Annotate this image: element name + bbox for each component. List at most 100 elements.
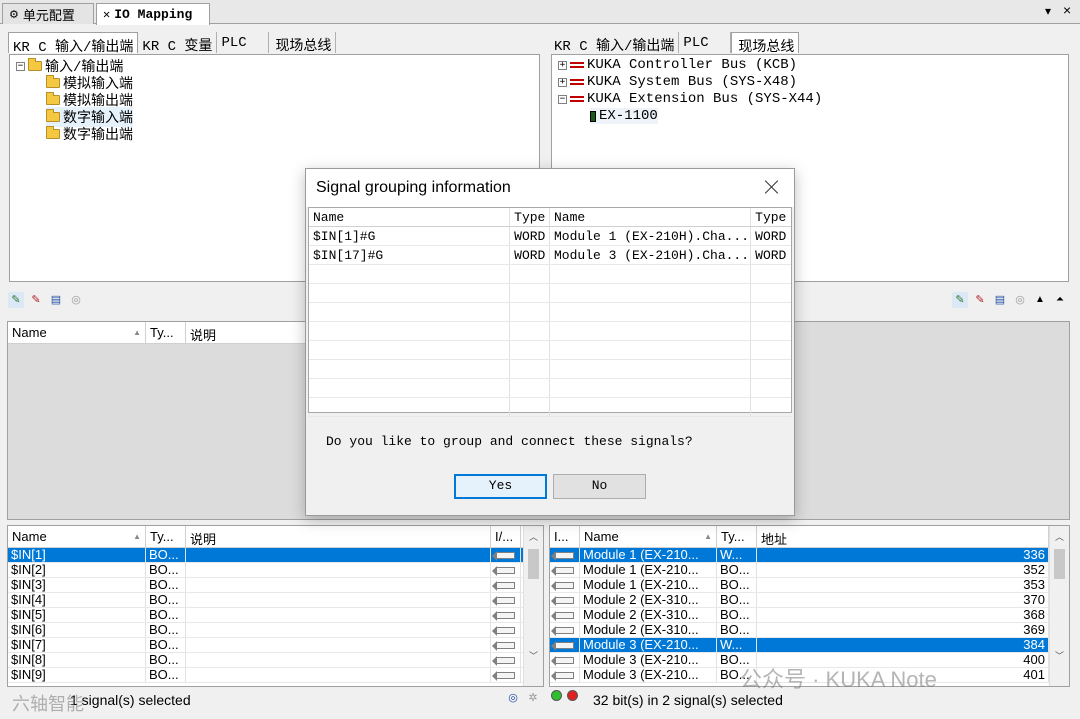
table-row[interactable]: $IN[3] BO... <box>8 578 543 593</box>
connect-icon[interactable]: ✎ <box>8 292 24 308</box>
table-row[interactable]: $IN[8] BO... <box>8 653 543 668</box>
expand-icon[interactable]: + <box>558 77 567 87</box>
column-name[interactable]: Name ▲ <box>580 526 717 547</box>
double-chevron-up-icon[interactable]: ⏶ <box>1052 292 1068 308</box>
led-green-icon[interactable] <box>551 690 562 701</box>
grouping-cell <box>751 284 791 302</box>
column-name[interactable]: Name <box>309 208 511 226</box>
signal-type: BO... <box>146 623 186 637</box>
grouping-row[interactable]: $IN[1]#G WORD Module 1 (EX-210H).Cha... WOR… <box>309 227 791 246</box>
search-icon[interactable]: ◎ <box>505 690 521 706</box>
table-row[interactable]: Module 2 (EX-310... BO... 370 <box>550 593 1069 608</box>
column-description[interactable]: 说明 <box>186 322 308 343</box>
device-icon <box>590 110 596 122</box>
column-name[interactable]: Name ▲ <box>8 526 146 547</box>
tree-item-kcb[interactable]: + KUKA Controller Bus (KCB) <box>558 57 797 73</box>
scroll-down-icon[interactable]: ﹀ <box>1050 649 1069 662</box>
grouping-cell <box>309 341 511 359</box>
grouping-cell: $IN[1]#G <box>309 227 511 245</box>
filter-icon[interactable]: ◎ <box>68 292 84 308</box>
edit-signal-icon[interactable]: ▤ <box>992 292 1008 308</box>
scroll-thumb[interactable] <box>1054 549 1065 579</box>
tab-krc-vars[interactable]: KR C 变量 <box>138 32 218 55</box>
column-address[interactable]: 地址 <box>757 526 1049 547</box>
no-button[interactable]: No <box>553 474 646 499</box>
grouping-row[interactable]: $IN[17]#G WORD Module 3 (EX-210H).Cha... WO… <box>309 246 791 265</box>
signal-type: BO... <box>717 578 757 592</box>
sort-icon: ▲ <box>133 532 141 541</box>
tree-item-digital-out[interactable]: 数字输出端 <box>46 124 133 144</box>
grouping-cell <box>510 322 550 340</box>
connect-icon[interactable]: ✎ <box>952 292 968 308</box>
dropdown-icon[interactable]: ▾ <box>1045 4 1051 18</box>
table-row[interactable]: Module 2 (EX-310... BO... 368 <box>550 608 1069 623</box>
scroll-up-icon[interactable]: ︿ <box>524 530 543 543</box>
column-io[interactable]: I... <box>550 526 580 547</box>
close-icon[interactable] <box>762 177 782 197</box>
tree-item-ex1100[interactable]: EX-1100 <box>590 108 658 124</box>
column-description[interactable]: 说明 <box>186 526 491 547</box>
table-row[interactable]: $IN[5] BO... <box>8 608 543 623</box>
table-row[interactable]: $IN[2] BO... <box>8 563 543 578</box>
yes-button[interactable]: Yes <box>454 474 547 499</box>
table-row[interactable]: Module 1 (EX-210... W... 336 <box>550 548 1069 563</box>
signal-type: BO... <box>146 578 186 592</box>
table-row[interactable]: $IN[1] BO... <box>8 548 543 563</box>
grouping-cell <box>510 360 550 378</box>
chevron-up-icon[interactable]: ▲ <box>1032 292 1048 308</box>
right-scrollbar[interactable]: ︿ ﹀ <box>1049 526 1069 686</box>
collapse-icon[interactable]: − <box>558 94 567 104</box>
tab-fieldbus-right[interactable]: 现场总线 <box>731 32 800 56</box>
tab-krc-io-left[interactable]: KR C 输入/输出端 <box>8 32 139 56</box>
column-name[interactable]: Name ▲ <box>8 322 146 343</box>
column-label: I/... <box>495 529 514 544</box>
table-row[interactable]: Module 3 (EX-210... W... 384 <box>550 638 1069 653</box>
disconnect-icon[interactable]: ✎ <box>28 292 44 308</box>
led-red-icon[interactable] <box>567 690 578 701</box>
expand-icon[interactable]: + <box>558 60 567 70</box>
table-row[interactable]: $IN[7] BO... <box>8 638 543 653</box>
tab-cell-config[interactable]: ⚙ 单元配置 <box>2 3 94 24</box>
tree-item-sys-x44[interactable]: − KUKA Extension Bus (SYS-X44) <box>558 91 822 107</box>
column-name[interactable]: Name <box>550 208 752 226</box>
scroll-thumb[interactable] <box>528 549 539 579</box>
column-type[interactable]: Ty... <box>146 322 186 343</box>
table-row[interactable]: Module 1 (EX-210... BO... 353 <box>550 578 1069 593</box>
column-io[interactable]: I/... <box>491 526 521 547</box>
edit-signal-icon[interactable]: ▤ <box>48 292 64 308</box>
column-type[interactable]: Type <box>751 208 791 226</box>
signal-type: BO... <box>146 563 186 577</box>
tab-fieldbus-left[interactable]: 现场总线 <box>269 32 337 55</box>
tree-item-label: KUKA Extension Bus (SYS-X44) <box>587 91 823 107</box>
tab-io-mapping[interactable]: ✕ IO Mapping <box>96 3 210 25</box>
tab-plc-right[interactable]: PLC <box>679 32 732 53</box>
sort-icon: ▲ <box>133 328 141 337</box>
table-row[interactable]: $IN[9] BO... <box>8 668 543 683</box>
column-type[interactable]: Type <box>510 208 550 226</box>
settings-icon[interactable]: ✲ <box>525 690 541 706</box>
tab-plc-left[interactable]: PLC <box>217 32 270 53</box>
table-row[interactable]: $IN[6] BO... <box>8 623 543 638</box>
table-row[interactable]: Module 1 (EX-210... BO... 352 <box>550 563 1069 578</box>
tree-item-sys-x48[interactable]: + KUKA System Bus (SYS-X48) <box>558 74 797 90</box>
filter-icon[interactable]: ◎ <box>1012 292 1028 308</box>
bus-icon <box>570 95 584 103</box>
grouping-table: Name Type Name Type $IN[1]#G WORD Module 1… <box>308 207 792 417</box>
collapse-icon[interactable]: − <box>16 61 25 71</box>
signal-name: Module 3 (EX-210... <box>580 638 717 652</box>
tab-krc-io-right[interactable]: KR C 输入/输出端 <box>550 32 680 55</box>
grouping-cell <box>550 379 752 397</box>
column-type[interactable]: Ty... <box>146 526 186 547</box>
input-arrow-icon <box>491 566 515 576</box>
left-scrollbar[interactable]: ︿ ﹀ <box>523 526 543 686</box>
scroll-down-icon[interactable]: ﹀ <box>524 649 543 662</box>
close-icon[interactable]: × <box>1063 2 1071 18</box>
input-arrow-icon <box>550 641 574 651</box>
disconnect-icon[interactable]: ✎ <box>972 292 988 308</box>
signal-name: $IN[5] <box>8 608 146 622</box>
column-type[interactable]: Ty... <box>717 526 757 547</box>
input-arrow-icon <box>491 641 515 651</box>
table-row[interactable]: Module 2 (EX-310... BO... 369 <box>550 623 1069 638</box>
scroll-up-icon[interactable]: ︿ <box>1050 530 1069 543</box>
table-row[interactable]: $IN[4] BO... <box>8 593 543 608</box>
